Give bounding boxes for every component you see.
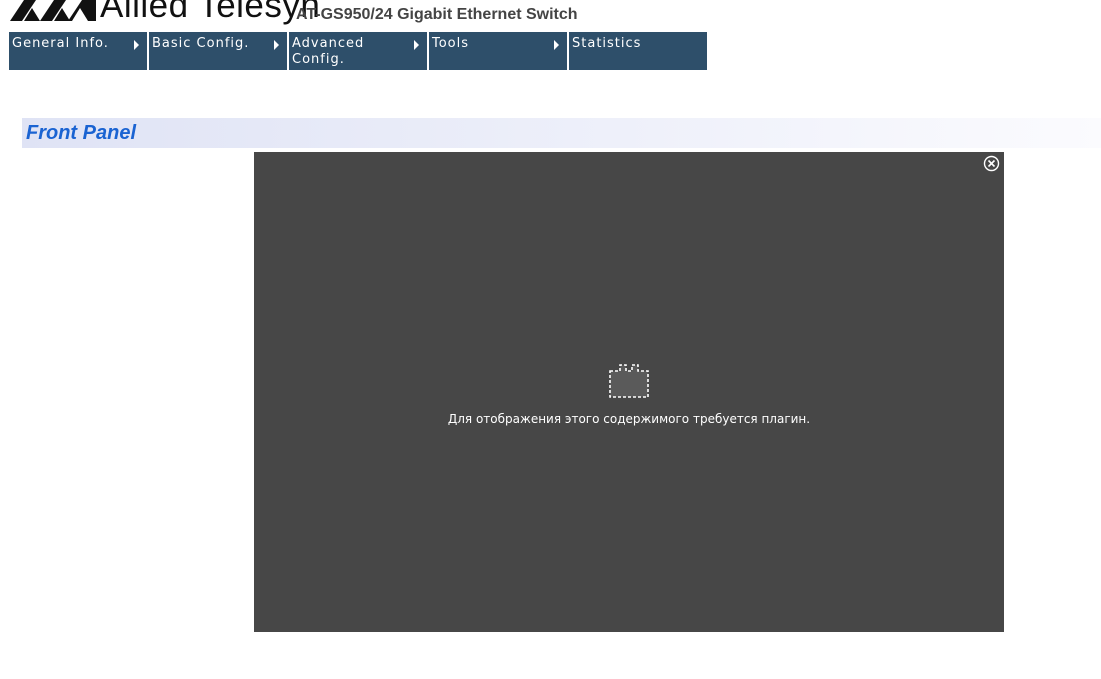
product-title: AT-GS950/24 Gigabit Ethernet Switch <box>296 6 578 23</box>
plugin-missing-icon <box>609 364 649 398</box>
allied-telesyn-logo-icon <box>10 0 96 21</box>
plugin-placeholder[interactable]: Для отображения этого содержимого требуе… <box>254 152 1004 632</box>
chevron-right-icon <box>274 40 279 50</box>
chevron-right-icon <box>134 40 139 50</box>
nav-item-basic-config[interactable]: Basic Config. <box>149 32 287 70</box>
plugin-required-message: Для отображения этого содержимого требуе… <box>447 412 811 426</box>
nav-item-label: Tools <box>432 36 470 51</box>
chevron-right-icon <box>554 40 559 50</box>
page-title: Front Panel <box>26 122 137 144</box>
nav-item-general-info[interactable]: General Info. <box>9 32 147 70</box>
close-icon[interactable] <box>983 155 1000 172</box>
nav-item-label: General Info. <box>12 36 109 51</box>
nav-item-tools[interactable]: Tools <box>429 32 567 70</box>
nav-item-label: Statistics <box>572 36 642 51</box>
brand-logo-text: Allied Telesyn <box>100 0 321 25</box>
nav-item-label: Basic Config. <box>152 36 250 51</box>
main-nav: General Info. Basic Config. Advanced Con… <box>9 32 707 70</box>
nav-item-label: Advanced Config. <box>292 36 365 67</box>
nav-item-statistics[interactable]: Statistics <box>569 32 707 70</box>
page-header: Allied Telesyn AT-GS950/24 Gigabit Ether… <box>0 0 1101 30</box>
nav-item-advanced-config[interactable]: Advanced Config. <box>289 32 427 70</box>
section-header: Front Panel <box>22 118 1101 148</box>
chevron-right-icon <box>414 40 419 50</box>
